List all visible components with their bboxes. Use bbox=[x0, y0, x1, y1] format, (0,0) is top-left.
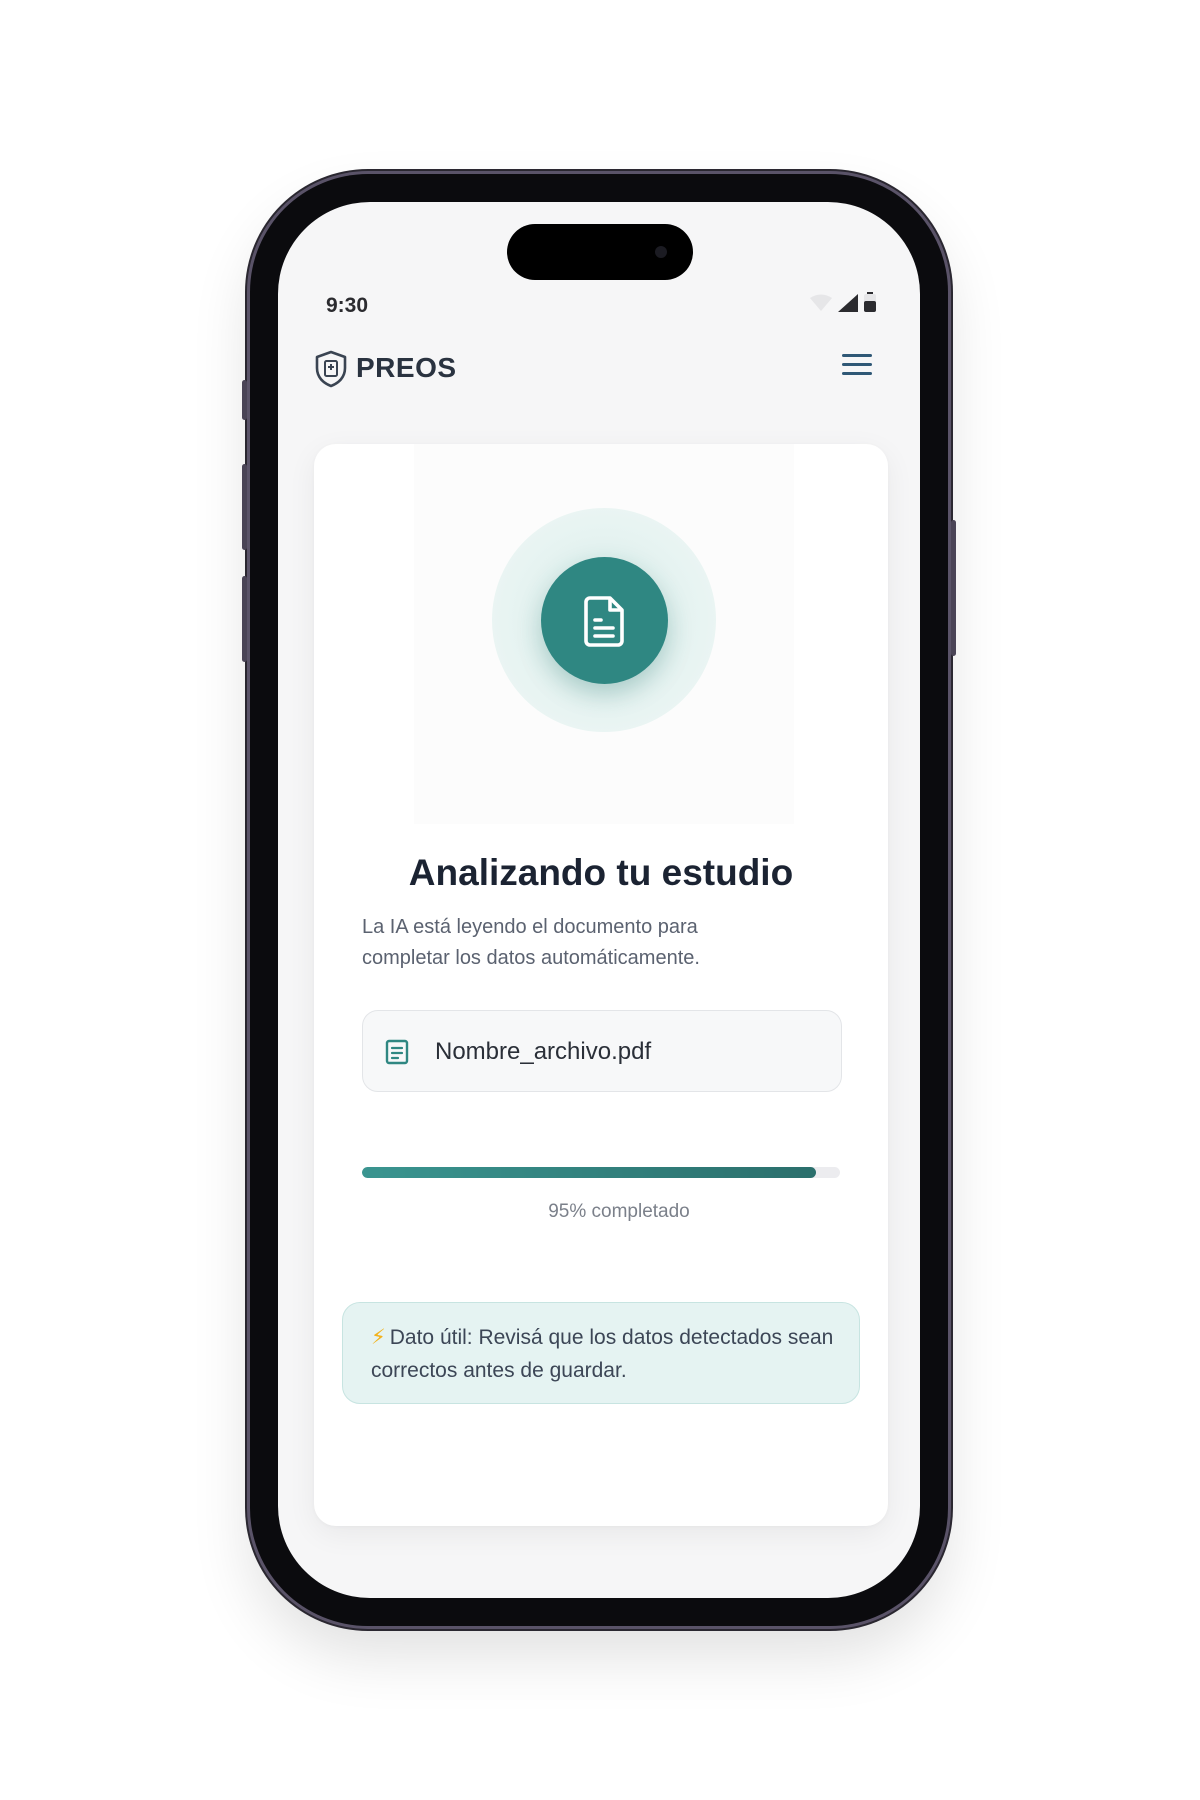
document-icon bbox=[583, 595, 624, 647]
file-name: Nombre_archivo.pdf bbox=[435, 1038, 652, 1065]
menu-line bbox=[842, 372, 872, 375]
phone-frame: 9:30 PREOS Analizando tu estudio La IA e… bbox=[242, 174, 956, 1626]
shield-document-icon bbox=[315, 350, 347, 388]
hamburger-menu-button[interactable] bbox=[842, 354, 872, 378]
progress-label: 95% completado bbox=[548, 1201, 690, 1222]
file-text-icon bbox=[385, 1039, 409, 1065]
camera-icon bbox=[655, 246, 667, 258]
phone-screen: 9:30 PREOS Analizando tu estudio La IA e… bbox=[278, 202, 920, 1598]
tip-box: ⚡ Dato útil: Revisá que los datos detecta… bbox=[342, 1302, 860, 1404]
analysis-subtitle: La IA está leyendo el documento para com… bbox=[362, 916, 700, 969]
menu-line bbox=[842, 354, 872, 357]
analysis-title: Analizando tu estudio bbox=[408, 852, 794, 893]
progress-fill bbox=[362, 1167, 817, 1178]
mute-switch bbox=[242, 380, 247, 420]
lightning-icon: ⚡ bbox=[371, 1326, 386, 1349]
cellular-signal-icon bbox=[838, 294, 858, 312]
menu-line bbox=[842, 363, 872, 366]
analysis-card: Analizando tu estudio La IA está leyendo… bbox=[314, 444, 888, 1526]
tip-text: ⚡ Dato útil: Revisá que los datos detecta… bbox=[371, 1321, 835, 1387]
app-logo-text: PREOS bbox=[356, 352, 457, 383]
file-item: Nombre_archivo.pdf bbox=[362, 1010, 842, 1092]
app-header: PREOS bbox=[314, 348, 872, 392]
battery-icon bbox=[864, 292, 876, 312]
status-time: 9:30 bbox=[326, 294, 369, 317]
dynamic-island bbox=[507, 224, 693, 280]
wifi-icon bbox=[810, 294, 832, 311]
volume-down-button bbox=[242, 576, 247, 662]
progress-bar bbox=[362, 1167, 840, 1178]
power-button bbox=[951, 520, 956, 656]
document-icon-badge bbox=[541, 557, 668, 684]
tip-message: Dato útil: Revisá que los datos detectad… bbox=[371, 1326, 834, 1382]
volume-up-button bbox=[242, 464, 247, 550]
status-icons bbox=[810, 292, 876, 312]
